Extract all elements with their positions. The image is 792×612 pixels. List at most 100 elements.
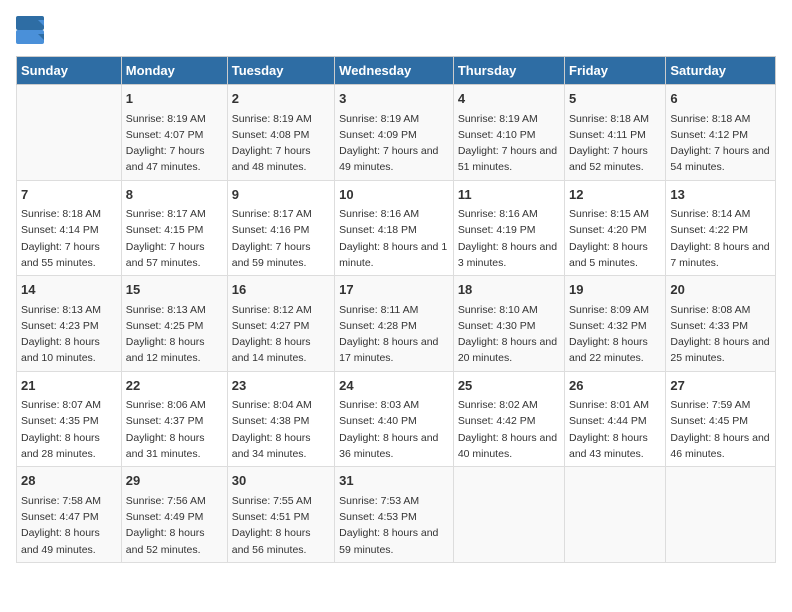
day-info: Sunrise: 8:07 AMSunset: 4:35 PMDaylight:… (21, 397, 117, 462)
calendar-cell: 30Sunrise: 7:55 AMSunset: 4:51 PMDayligh… (227, 467, 334, 563)
calendar-cell: 24Sunrise: 8:03 AMSunset: 4:40 PMDayligh… (335, 371, 454, 467)
day-number: 28 (21, 471, 117, 491)
day-number: 17 (339, 280, 449, 300)
calendar-cell: 5Sunrise: 8:18 AMSunset: 4:11 PMDaylight… (565, 85, 666, 181)
day-number: 14 (21, 280, 117, 300)
calendar-table: SundayMondayTuesdayWednesdayThursdayFrid… (16, 56, 776, 563)
day-info: Sunrise: 8:08 AMSunset: 4:33 PMDaylight:… (670, 302, 771, 367)
day-number: 13 (670, 185, 771, 205)
day-info: Sunrise: 8:15 AMSunset: 4:20 PMDaylight:… (569, 206, 661, 271)
day-number: 31 (339, 471, 449, 491)
day-info: Sunrise: 7:55 AMSunset: 4:51 PMDaylight:… (232, 493, 330, 558)
day-info: Sunrise: 8:19 AMSunset: 4:09 PMDaylight:… (339, 111, 449, 176)
calendar-week-row: 21Sunrise: 8:07 AMSunset: 4:35 PMDayligh… (17, 371, 776, 467)
weekday-header: Tuesday (227, 57, 334, 85)
day-info: Sunrise: 8:18 AMSunset: 4:14 PMDaylight:… (21, 206, 117, 271)
day-info: Sunrise: 8:02 AMSunset: 4:42 PMDaylight:… (458, 397, 560, 462)
weekday-header: Friday (565, 57, 666, 85)
day-number: 1 (126, 89, 223, 109)
day-info: Sunrise: 8:16 AMSunset: 4:18 PMDaylight:… (339, 206, 449, 271)
day-info: Sunrise: 8:11 AMSunset: 4:28 PMDaylight:… (339, 302, 449, 367)
day-number: 5 (569, 89, 661, 109)
day-number: 29 (126, 471, 223, 491)
day-number: 21 (21, 376, 117, 396)
day-info: Sunrise: 8:12 AMSunset: 4:27 PMDaylight:… (232, 302, 330, 367)
day-number: 25 (458, 376, 560, 396)
calendar-cell: 20Sunrise: 8:08 AMSunset: 4:33 PMDayligh… (666, 276, 776, 372)
calendar-cell: 19Sunrise: 8:09 AMSunset: 4:32 PMDayligh… (565, 276, 666, 372)
calendar-cell: 29Sunrise: 7:56 AMSunset: 4:49 PMDayligh… (121, 467, 227, 563)
day-info: Sunrise: 8:03 AMSunset: 4:40 PMDaylight:… (339, 397, 449, 462)
calendar-cell (453, 467, 564, 563)
calendar-cell: 31Sunrise: 7:53 AMSunset: 4:53 PMDayligh… (335, 467, 454, 563)
calendar-cell: 15Sunrise: 8:13 AMSunset: 4:25 PMDayligh… (121, 276, 227, 372)
calendar-cell: 26Sunrise: 8:01 AMSunset: 4:44 PMDayligh… (565, 371, 666, 467)
weekday-header: Sunday (17, 57, 122, 85)
calendar-cell: 2Sunrise: 8:19 AMSunset: 4:08 PMDaylight… (227, 85, 334, 181)
calendar-week-row: 28Sunrise: 7:58 AMSunset: 4:47 PMDayligh… (17, 467, 776, 563)
calendar-cell: 13Sunrise: 8:14 AMSunset: 4:22 PMDayligh… (666, 180, 776, 276)
calendar-cell: 28Sunrise: 7:58 AMSunset: 4:47 PMDayligh… (17, 467, 122, 563)
weekday-header: Thursday (453, 57, 564, 85)
day-number: 12 (569, 185, 661, 205)
day-info: Sunrise: 8:17 AMSunset: 4:16 PMDaylight:… (232, 206, 330, 271)
calendar-cell: 14Sunrise: 8:13 AMSunset: 4:23 PMDayligh… (17, 276, 122, 372)
day-number: 24 (339, 376, 449, 396)
day-info: Sunrise: 7:58 AMSunset: 4:47 PMDaylight:… (21, 493, 117, 558)
day-number: 18 (458, 280, 560, 300)
day-info: Sunrise: 8:14 AMSunset: 4:22 PMDaylight:… (670, 206, 771, 271)
day-info: Sunrise: 8:16 AMSunset: 4:19 PMDaylight:… (458, 206, 560, 271)
day-info: Sunrise: 8:18 AMSunset: 4:12 PMDaylight:… (670, 111, 771, 176)
calendar-cell: 10Sunrise: 8:16 AMSunset: 4:18 PMDayligh… (335, 180, 454, 276)
day-number: 20 (670, 280, 771, 300)
day-info: Sunrise: 7:59 AMSunset: 4:45 PMDaylight:… (670, 397, 771, 462)
calendar-cell: 16Sunrise: 8:12 AMSunset: 4:27 PMDayligh… (227, 276, 334, 372)
calendar-cell: 25Sunrise: 8:02 AMSunset: 4:42 PMDayligh… (453, 371, 564, 467)
day-number: 11 (458, 185, 560, 205)
day-number: 23 (232, 376, 330, 396)
day-info: Sunrise: 8:17 AMSunset: 4:15 PMDaylight:… (126, 206, 223, 271)
day-info: Sunrise: 8:10 AMSunset: 4:30 PMDaylight:… (458, 302, 560, 367)
day-number: 7 (21, 185, 117, 205)
day-number: 15 (126, 280, 223, 300)
calendar-cell: 12Sunrise: 8:15 AMSunset: 4:20 PMDayligh… (565, 180, 666, 276)
calendar-week-row: 14Sunrise: 8:13 AMSunset: 4:23 PMDayligh… (17, 276, 776, 372)
day-number: 4 (458, 89, 560, 109)
weekday-header: Monday (121, 57, 227, 85)
day-number: 19 (569, 280, 661, 300)
calendar-cell: 7Sunrise: 8:18 AMSunset: 4:14 PMDaylight… (17, 180, 122, 276)
calendar-cell: 23Sunrise: 8:04 AMSunset: 4:38 PMDayligh… (227, 371, 334, 467)
day-number: 8 (126, 185, 223, 205)
header (16, 16, 776, 44)
calendar-cell: 1Sunrise: 8:19 AMSunset: 4:07 PMDaylight… (121, 85, 227, 181)
day-number: 10 (339, 185, 449, 205)
day-number: 2 (232, 89, 330, 109)
day-info: Sunrise: 8:01 AMSunset: 4:44 PMDaylight:… (569, 397, 661, 462)
calendar-cell: 3Sunrise: 8:19 AMSunset: 4:09 PMDaylight… (335, 85, 454, 181)
day-info: Sunrise: 7:56 AMSunset: 4:49 PMDaylight:… (126, 493, 223, 558)
weekday-header-row: SundayMondayTuesdayWednesdayThursdayFrid… (17, 57, 776, 85)
day-number: 22 (126, 376, 223, 396)
calendar-cell: 6Sunrise: 8:18 AMSunset: 4:12 PMDaylight… (666, 85, 776, 181)
logo-icon (16, 16, 44, 44)
day-info: Sunrise: 8:13 AMSunset: 4:25 PMDaylight:… (126, 302, 223, 367)
day-info: Sunrise: 8:04 AMSunset: 4:38 PMDaylight:… (232, 397, 330, 462)
day-number: 6 (670, 89, 771, 109)
calendar-cell: 17Sunrise: 8:11 AMSunset: 4:28 PMDayligh… (335, 276, 454, 372)
calendar-cell: 21Sunrise: 8:07 AMSunset: 4:35 PMDayligh… (17, 371, 122, 467)
day-info: Sunrise: 8:13 AMSunset: 4:23 PMDaylight:… (21, 302, 117, 367)
day-info: Sunrise: 8:06 AMSunset: 4:37 PMDaylight:… (126, 397, 223, 462)
calendar-cell: 8Sunrise: 8:17 AMSunset: 4:15 PMDaylight… (121, 180, 227, 276)
calendar-cell: 18Sunrise: 8:10 AMSunset: 4:30 PMDayligh… (453, 276, 564, 372)
day-info: Sunrise: 8:19 AMSunset: 4:07 PMDaylight:… (126, 111, 223, 176)
calendar-cell (565, 467, 666, 563)
weekday-header: Wednesday (335, 57, 454, 85)
calendar-cell: 27Sunrise: 7:59 AMSunset: 4:45 PMDayligh… (666, 371, 776, 467)
day-info: Sunrise: 7:53 AMSunset: 4:53 PMDaylight:… (339, 493, 449, 558)
day-info: Sunrise: 8:09 AMSunset: 4:32 PMDaylight:… (569, 302, 661, 367)
calendar-cell (666, 467, 776, 563)
day-number: 26 (569, 376, 661, 396)
calendar-cell: 22Sunrise: 8:06 AMSunset: 4:37 PMDayligh… (121, 371, 227, 467)
calendar-week-row: 7Sunrise: 8:18 AMSunset: 4:14 PMDaylight… (17, 180, 776, 276)
calendar-cell: 4Sunrise: 8:19 AMSunset: 4:10 PMDaylight… (453, 85, 564, 181)
